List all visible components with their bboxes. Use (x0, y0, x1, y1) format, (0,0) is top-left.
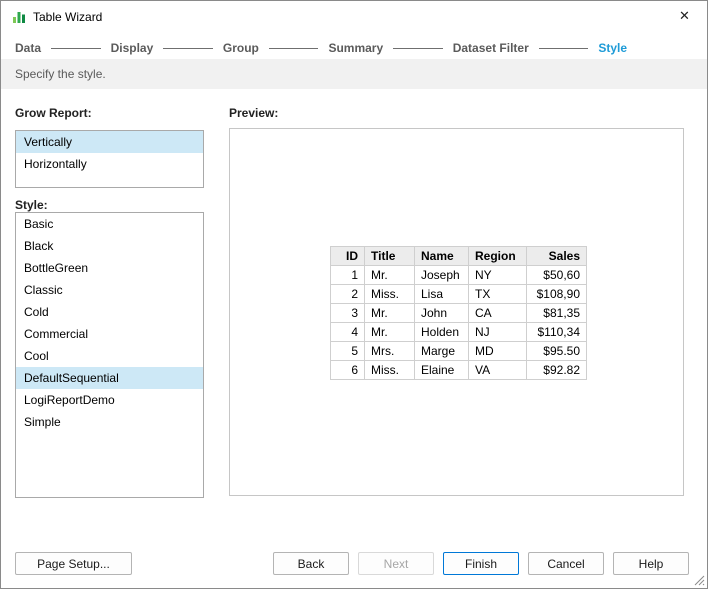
cell-sales: $95.50 (526, 341, 587, 361)
wizard-step-dataset-filter[interactable]: Dataset Filter (453, 41, 529, 55)
wizard-step-group[interactable]: Group (223, 41, 259, 55)
cell-name: Joseph (414, 265, 469, 285)
table-row: 6 Miss. Elaine VA $92.82 (330, 360, 587, 380)
resize-grip-icon[interactable] (692, 573, 705, 586)
titlebar: Table Wizard ✕ (1, 1, 707, 31)
wizard-steps: Data Display Group Summary Dataset Filter Sty… (15, 39, 627, 57)
style-label: Style: (15, 198, 48, 212)
back-button[interactable]: Back (273, 552, 349, 575)
column-header-name: Name (414, 246, 469, 266)
style-option-bottlegreen[interactable]: BottleGreen (16, 257, 203, 279)
cell-region: CA (468, 303, 527, 323)
column-header-title: Title (364, 246, 415, 266)
cell-title: Mr. (364, 265, 415, 285)
style-option-black[interactable]: Black (16, 235, 203, 257)
preview-table-head: ID Title Name Region Sales (330, 246, 587, 266)
cell-name: John (414, 303, 469, 323)
cell-title: Miss. (364, 360, 415, 380)
cell-title: Mr. (364, 303, 415, 323)
grow-report-label: Grow Report: (15, 106, 92, 120)
step-connector (51, 47, 101, 49)
cell-region: TX (468, 284, 527, 304)
preview-panel: ID Title Name Region Sales 1 Mr. Joseph NY $50,6… (229, 128, 684, 496)
cell-name: Holden (414, 322, 469, 342)
cell-name: Elaine (414, 360, 469, 380)
cell-id: 5 (330, 341, 365, 361)
cancel-button[interactable]: Cancel (528, 552, 604, 575)
cell-id: 2 (330, 284, 365, 304)
table-wizard-dialog: Table Wizard ✕ Data Display Group Summary Da… (0, 0, 708, 589)
cell-region: NJ (468, 322, 527, 342)
wizard-step-style[interactable]: Style (598, 41, 627, 55)
step-connector (393, 47, 443, 49)
style-list: Basic Black BottleGreen Classic Cold Commerci… (15, 212, 204, 498)
cell-title: Miss. (364, 284, 415, 304)
grow-report-list: Vertically Horizontally (15, 130, 204, 188)
preview-table-body: 1 Mr. Joseph NY $50,60 2 Miss. Lisa TX $108,90 3 Mr… (330, 265, 587, 380)
style-option-basic[interactable]: Basic (16, 213, 203, 235)
step-connector (538, 47, 589, 49)
style-option-simple[interactable]: Simple (16, 411, 203, 433)
style-option-commercial[interactable]: Commercial (16, 323, 203, 345)
table-row: 4 Mr. Holden NJ $110,34 (330, 322, 587, 342)
cell-sales: $110,34 (526, 322, 587, 342)
finish-button[interactable]: Finish (443, 552, 519, 575)
cell-region: MD (468, 341, 527, 361)
cell-sales: $92.82 (526, 360, 587, 380)
header-row: ID Title Name Region Sales (330, 246, 587, 266)
cell-region: VA (468, 360, 527, 380)
column-header-sales: Sales (526, 246, 587, 266)
cell-title: Mr. (364, 322, 415, 342)
column-header-region: Region (468, 246, 527, 266)
table-row: 1 Mr. Joseph NY $50,60 (330, 265, 587, 285)
table-row: 3 Mr. John CA $81,35 (330, 303, 587, 323)
wizard-step-display[interactable]: Display (111, 41, 154, 55)
cell-title: Mrs. (364, 341, 415, 361)
bar-chart-icon (11, 8, 27, 24)
style-option-cold[interactable]: Cold (16, 301, 203, 323)
wizard-step-data[interactable]: Data (15, 41, 41, 55)
table-row: 5 Mrs. Marge MD $95.50 (330, 341, 587, 361)
footer-buttons: Back Next Finish Cancel Help (273, 552, 689, 575)
column-header-id: ID (330, 246, 365, 266)
style-option-cool[interactable]: Cool (16, 345, 203, 367)
cell-id: 6 (330, 360, 365, 380)
cell-name: Lisa (414, 284, 469, 304)
cell-name: Marge (414, 341, 469, 361)
next-button: Next (358, 552, 434, 575)
help-button[interactable]: Help (613, 552, 689, 575)
cell-sales: $81,35 (526, 303, 587, 323)
cell-sales: $108,90 (526, 284, 587, 304)
cell-id: 3 (330, 303, 365, 323)
preview-label: Preview: (229, 106, 279, 120)
wizard-step-summary[interactable]: Summary (328, 41, 383, 55)
page-setup-button[interactable]: Page Setup... (15, 552, 132, 575)
cell-id: 1 (330, 265, 365, 285)
subtitle-bar: Specify the style. (1, 59, 707, 89)
cell-id: 4 (330, 322, 365, 342)
cell-region: NY (468, 265, 527, 285)
style-option-logireportdemo[interactable]: LogiReportDemo (16, 389, 203, 411)
step-connector (163, 47, 213, 49)
close-icon[interactable]: ✕ (662, 1, 707, 31)
style-option-defaultsequential[interactable]: DefaultSequential (16, 367, 203, 389)
subtitle-text: Specify the style. (15, 67, 106, 81)
cell-sales: $50,60 (526, 265, 587, 285)
style-option-classic[interactable]: Classic (16, 279, 203, 301)
grow-report-option-horizontally[interactable]: Horizontally (16, 153, 203, 175)
step-connector (268, 47, 319, 49)
table-row: 2 Miss. Lisa TX $108,90 (330, 284, 587, 304)
grow-report-option-vertically[interactable]: Vertically (16, 131, 203, 153)
preview-table: ID Title Name Region Sales 1 Mr. Joseph NY $50,6… (330, 246, 587, 380)
window-title: Table Wizard (33, 10, 103, 24)
